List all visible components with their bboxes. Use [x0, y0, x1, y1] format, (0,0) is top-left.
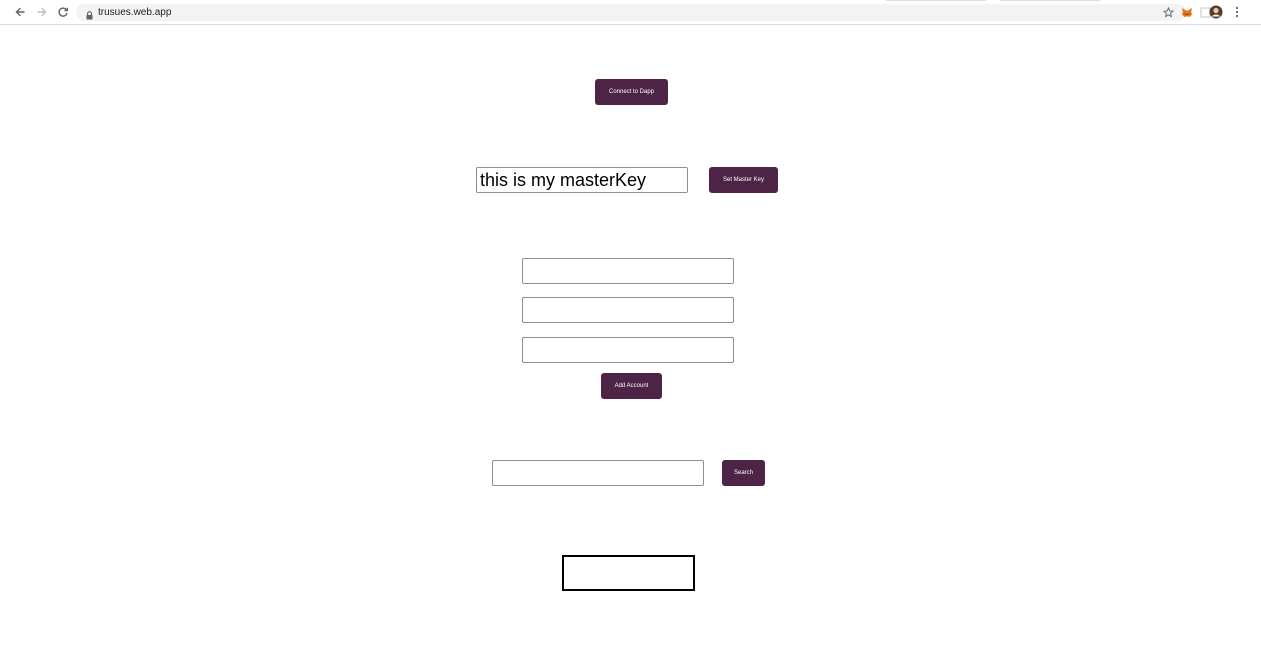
tab-strip-divider [1000, 0, 1100, 1]
search-result-box [562, 555, 695, 591]
master-key-input[interactable] [476, 167, 688, 193]
search-input[interactable] [492, 460, 704, 486]
address-bar[interactable]: trusues.web.app [76, 4, 1186, 21]
metamask-fox-icon[interactable] [1180, 4, 1194, 20]
tab-strip-divider [886, 0, 986, 1]
search-button[interactable]: Search [722, 460, 765, 486]
add-account-button[interactable]: Add Account [601, 373, 662, 399]
back-arrow-icon[interactable] [12, 4, 28, 20]
account-field-3[interactable] [522, 337, 734, 363]
placeholder [1160, 4, 1174, 20]
browser-toolbar: trusues.web.app [0, 0, 1261, 25]
account-field-2[interactable] [522, 297, 734, 323]
reload-icon[interactable] [55, 4, 71, 20]
connect-to-dapp-button[interactable]: Connect to Dapp [595, 79, 668, 105]
account-field-1[interactable] [522, 258, 734, 284]
set-master-key-button[interactable]: Set Master Key [709, 167, 778, 193]
profile-avatar-icon[interactable] [1208, 4, 1224, 20]
url-text: trusues.web.app [98, 7, 172, 18]
lock-icon [86, 7, 93, 25]
kebab-menu-icon[interactable] [1232, 4, 1242, 20]
forward-arrow-icon[interactable] [34, 4, 50, 20]
